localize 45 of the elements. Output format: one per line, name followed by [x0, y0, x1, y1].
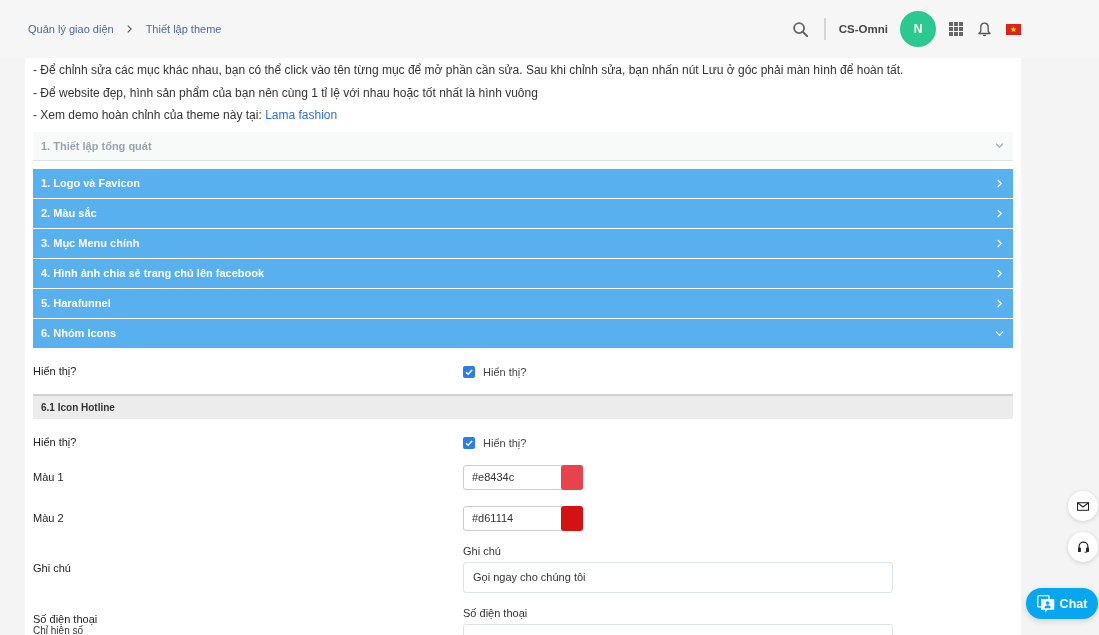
accordion-header[interactable]: 1. Logo và Favicon	[33, 168, 1013, 198]
breadcrumb-link[interactable]: Thiết lập theme	[145, 23, 222, 35]
bell-icon[interactable]	[978, 21, 991, 37]
color-input-field[interactable]: #d61114	[463, 505, 583, 531]
field-label: Ghi chú	[33, 561, 72, 575]
accordion-header[interactable]: 2. Màu sắc	[33, 198, 1013, 228]
field-label: Số điện thoại	[33, 611, 99, 626]
note-text: - Để chỉnh sửa các mục khác nhau, bạn có thể click vào tên từng mục để mở phần cần sửa. Sau khi chỉnh sửa, bạn nhấn nút Lưu ở góc phải màn hình để hoàn tất.	[33, 62, 905, 79]
mail-button[interactable]	[1068, 491, 1098, 521]
apps-grid-icon[interactable]	[949, 22, 963, 36]
field-label: Hiển thị?	[33, 434, 78, 449]
accordion-header[interactable]: 4. Hình ảnh chia sẻ trang chủ lên facebook	[33, 258, 1013, 288]
headset-icon	[1077, 541, 1089, 553]
demo-link[interactable]: Lama fashion	[265, 108, 338, 122]
breadcrumb-link[interactable]: Quản lý giao diện	[28, 23, 114, 35]
color-swatch-icon[interactable]	[561, 505, 583, 531]
envelope-icon	[1077, 501, 1089, 511]
color-swatch-icon[interactable]	[561, 464, 583, 490]
field-caption: Ghi chú	[463, 543, 502, 558]
subsection-header: 6.1 Icon Hotline	[33, 393, 1013, 419]
chat-button[interactable]: Chat	[1026, 588, 1098, 619]
avatar[interactable]: N	[900, 11, 936, 47]
field-label: Màu 2	[33, 511, 65, 525]
accordion-header[interactable]: 1. Thiết lập tổng quát	[33, 131, 1013, 161]
checkbox-label: Hiển thị?	[483, 364, 527, 379]
accordion-header[interactable]: 3. Mục Menu chính	[33, 228, 1013, 258]
flag-icon[interactable]	[1006, 23, 1021, 35]
checkbox[interactable]	[463, 436, 475, 449]
accordion-header[interactable]: 5. Harafunnel	[33, 288, 1013, 318]
field-hint: Chỉ hiện số	[33, 625, 84, 635]
search-icon[interactable]	[792, 21, 808, 37]
text-input[interactable]: Gọi ngay cho chúng tôi	[463, 561, 893, 593]
field-caption: Số điện thoại	[463, 605, 529, 620]
checkbox-label: Hiển thị?	[483, 435, 527, 450]
account-name[interactable]: CS-Omni	[838, 23, 888, 35]
support-button[interactable]	[1068, 532, 1098, 562]
color-input-field[interactable]: #e8434c	[463, 464, 583, 490]
field-label: Màu 1	[33, 470, 65, 484]
note-text: - Để website đẹp, hình sản phẩm của bạn nên cùng 1 tỉ lệ với nhau hoặc tốt nhất là hình vuông	[33, 84, 539, 102]
field-label: Hiển thị?	[33, 363, 78, 378]
note-text: - Xem demo hoàn chỉnh của theme này tại: Lama fashion	[33, 107, 339, 124]
chevron-right-icon	[126, 25, 132, 33]
accordion-header[interactable]: 6. Nhóm Icons	[33, 318, 1013, 348]
checkbox[interactable]	[463, 365, 475, 378]
chat-bubble-icon	[1036, 594, 1055, 613]
